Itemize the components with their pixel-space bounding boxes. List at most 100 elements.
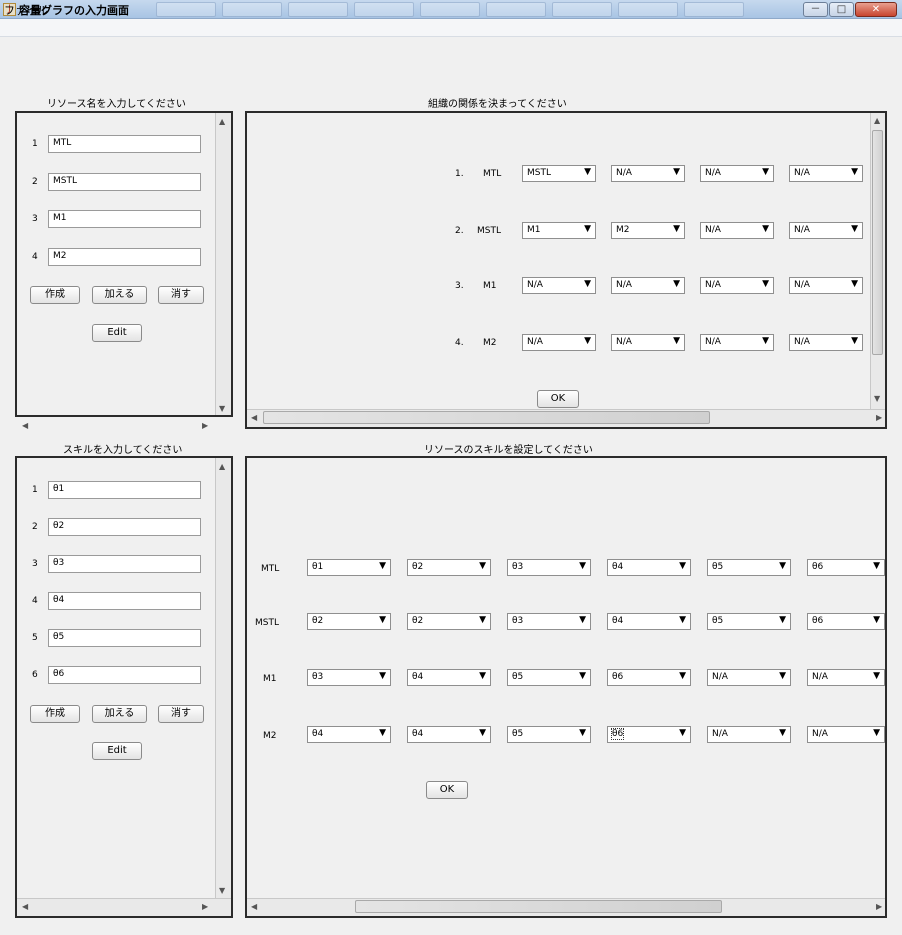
scroll-up-icon[interactable]: ▲ <box>219 462 225 472</box>
skill-select[interactable]: θ6 ▼ <box>607 726 691 743</box>
org-select[interactable]: N/A ▼ <box>789 277 863 294</box>
skill-name-field[interactable]: θ4 <box>48 592 201 610</box>
org-select[interactable]: N/A ▼ <box>789 222 863 239</box>
chevron-down-icon: ▼ <box>379 728 386 738</box>
skill-select[interactable]: N/A ▼ <box>807 726 885 743</box>
scroll-down-icon[interactable]: ▼ <box>219 886 225 896</box>
scroll-up-icon[interactable]: ▲ <box>874 116 880 126</box>
skill-select[interactable]: θ5 ▼ <box>507 669 591 686</box>
resource-name-field[interactable]: MSTL <box>48 173 201 191</box>
skill-ok-button[interactable]: OK <box>426 781 468 799</box>
skills-horizontal-scrollbar[interactable] <box>17 898 231 916</box>
resource-name-field[interactable]: MTL <box>48 135 201 153</box>
org-vertical-scroll-thumb[interactable] <box>872 130 883 355</box>
skill-select[interactable]: θ4 ▼ <box>407 726 491 743</box>
org-select[interactable]: N/A ▼ <box>700 165 774 182</box>
resources-vertical-scrollbar[interactable] <box>215 113 231 415</box>
skill-name-field[interactable]: θ1 <box>48 481 201 499</box>
skill-select[interactable]: θ3 ▼ <box>507 559 591 576</box>
skill-select[interactable]: θ6 ▼ <box>807 613 885 630</box>
org-select[interactable]: N/A ▼ <box>789 165 863 182</box>
resource-name-field[interactable]: M1 <box>48 210 201 228</box>
org-row-index: 3. <box>455 281 464 291</box>
menu-file[interactable]: ファイル <box>4 2 48 18</box>
delete-skill-button[interactable]: 消す <box>158 705 204 723</box>
org-select[interactable]: N/A ▼ <box>700 222 774 239</box>
org-select[interactable]: M2 ▼ <box>611 222 685 239</box>
org-select[interactable]: N/A ▼ <box>522 277 596 294</box>
add-resource-button[interactable]: 加える <box>92 286 147 304</box>
scroll-right-icon[interactable]: ▶ <box>202 421 208 431</box>
create-resources-button[interactable]: 作成 <box>30 286 80 304</box>
skill-select[interactable]: θ2 ▼ <box>407 559 491 576</box>
skills-vertical-scrollbar[interactable] <box>215 458 231 898</box>
skill-select[interactable]: θ3 ▼ <box>307 669 391 686</box>
chevron-down-icon: ▼ <box>779 728 786 738</box>
skill-select[interactable]: θ5 ▼ <box>707 559 791 576</box>
skill-select[interactable]: N/A ▼ <box>807 669 885 686</box>
org-select[interactable]: N/A ▼ <box>611 165 685 182</box>
org-select[interactable]: N/A ▼ <box>522 334 596 351</box>
edit-skills-button[interactable]: Edit <box>92 742 142 760</box>
chevron-down-icon: ▼ <box>873 671 880 681</box>
resource-name-field[interactable]: M2 <box>48 248 201 266</box>
scroll-right-icon[interactable]: ▶ <box>202 902 208 912</box>
create-skills-button[interactable]: 作成 <box>30 705 80 723</box>
skill-select[interactable]: θ3 ▼ <box>507 613 591 630</box>
skill-select[interactable]: N/A ▼ <box>707 726 791 743</box>
skill-select[interactable]: θ4 ▼ <box>607 613 691 630</box>
org-select[interactable]: N/A ▼ <box>700 277 774 294</box>
skill-select[interactable]: θ4 ▼ <box>307 726 391 743</box>
org-ok-button[interactable]: OK <box>537 390 579 408</box>
org-row-name: MSTL <box>477 226 501 236</box>
scroll-right-icon[interactable]: ▶ <box>876 902 882 912</box>
skill-name-field[interactable]: θ2 <box>48 518 201 536</box>
org-select[interactable]: N/A ▼ <box>789 334 863 351</box>
background-taskbar-tab <box>156 2 216 17</box>
row-number: 4 <box>32 252 38 262</box>
org-select[interactable]: N/A ▼ <box>700 334 774 351</box>
scroll-down-icon[interactable]: ▼ <box>219 404 225 414</box>
skill-name-field[interactable]: θ5 <box>48 629 201 647</box>
skill-name-field[interactable]: θ3 <box>48 555 201 573</box>
delete-resource-button[interactable]: 消す <box>158 286 204 304</box>
skill-select[interactable]: θ2 ▼ <box>307 613 391 630</box>
row-number: 1 <box>32 139 38 149</box>
scroll-up-icon[interactable]: ▲ <box>219 117 225 127</box>
skill-select[interactable]: θ1 ▼ <box>307 559 391 576</box>
minimize-button[interactable]: － <box>803 2 828 17</box>
scroll-down-icon[interactable]: ▼ <box>874 394 880 404</box>
background-taskbar-tab <box>222 2 282 17</box>
skill-select[interactable]: θ6 ▼ <box>607 669 691 686</box>
skill-select[interactable]: θ4 ▼ <box>607 559 691 576</box>
scroll-right-icon[interactable]: ▶ <box>876 413 882 423</box>
org-select[interactable]: N/A ▼ <box>611 334 685 351</box>
skill-select[interactable]: θ5 ▼ <box>707 613 791 630</box>
scroll-left-icon[interactable]: ◀ <box>251 902 257 912</box>
org-select[interactable]: M1 ▼ <box>522 222 596 239</box>
add-skill-button[interactable]: 加える <box>92 705 147 723</box>
org-select[interactable]: MSTL ▼ <box>522 165 596 182</box>
chevron-down-icon: ▼ <box>584 336 591 346</box>
skill-select[interactable]: θ5 ▼ <box>507 726 591 743</box>
scroll-left-icon[interactable]: ◀ <box>22 902 28 912</box>
skill-row-name: MTL <box>261 564 280 574</box>
org-select[interactable]: N/A ▼ <box>611 277 685 294</box>
maximize-button[interactable]: □ <box>829 2 854 17</box>
skill-select[interactable]: θ2 ▼ <box>407 613 491 630</box>
scroll-left-icon[interactable]: ◀ <box>22 421 28 431</box>
skill-select[interactable]: N/A ▼ <box>707 669 791 686</box>
chevron-down-icon: ▼ <box>679 671 686 681</box>
skill-select[interactable]: θ4 ▼ <box>407 669 491 686</box>
background-taskbar-tab <box>354 2 414 17</box>
skill-select[interactable]: θ6 ▼ <box>807 559 885 576</box>
row-number: 5 <box>32 633 38 643</box>
skill-horizontal-scroll-thumb[interactable] <box>355 900 722 913</box>
scroll-left-icon[interactable]: ◀ <box>251 413 257 423</box>
org-horizontal-scroll-thumb[interactable] <box>263 411 710 424</box>
chevron-down-icon: ▼ <box>679 728 686 738</box>
edit-resources-button[interactable]: Edit <box>92 324 142 342</box>
close-button[interactable]: ✕ <box>855 2 897 17</box>
skill-name-field[interactable]: θ6 <box>48 666 201 684</box>
chevron-down-icon: ▼ <box>851 167 858 177</box>
